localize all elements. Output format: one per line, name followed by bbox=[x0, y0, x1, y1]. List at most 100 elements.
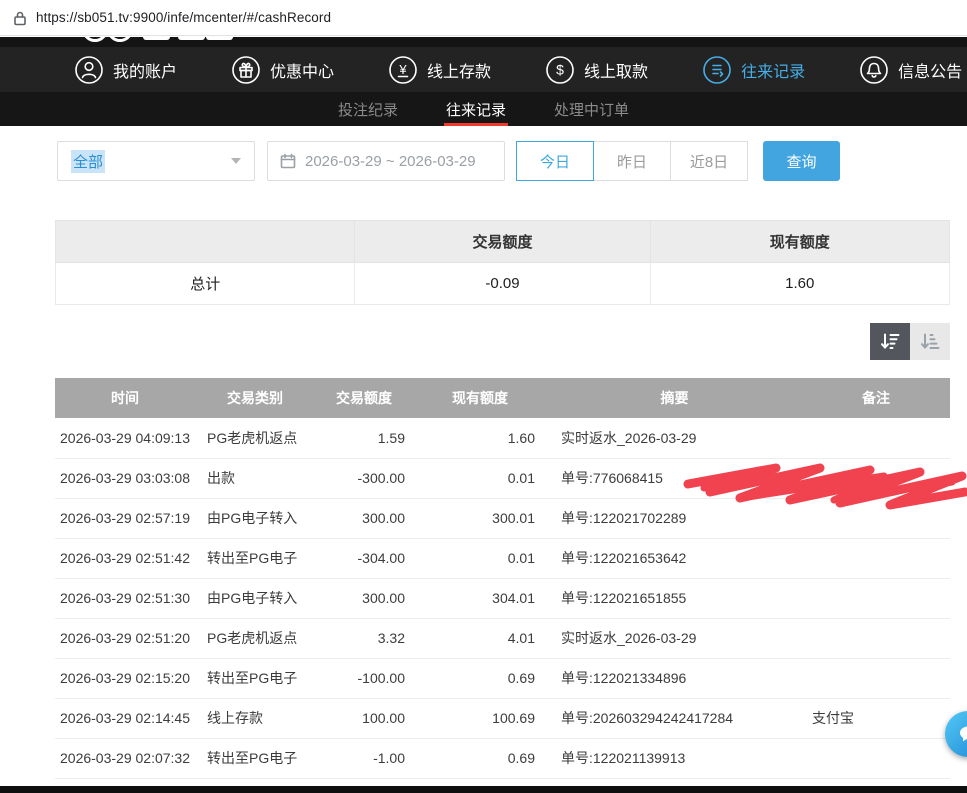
cell-balance: 300.01 bbox=[413, 498, 547, 538]
sort-asc-icon bbox=[920, 332, 940, 351]
nav-item-label: 信息公告 bbox=[898, 58, 962, 82]
date-range-input[interactable]: 2026-03-29 ~ 2026-03-29 bbox=[267, 141, 505, 181]
nav-item-label: 线上存款 bbox=[427, 58, 491, 82]
nav-item-promotions[interactable]: 优惠中心 bbox=[231, 55, 334, 85]
cell-balance: 0.69 bbox=[413, 658, 547, 698]
table-row: 2026-03-29 02:51:20 PG老虎机返点 3.32 4.01 实时… bbox=[55, 618, 950, 658]
user-icon bbox=[74, 55, 104, 85]
cell-balance: 100.69 bbox=[413, 698, 547, 738]
cell-remark bbox=[802, 458, 950, 498]
cell-type: 出款 bbox=[195, 458, 315, 498]
records-header-row: 时间 交易类别 交易额度 现有额度 摘要 备注 bbox=[55, 378, 950, 418]
sort-ascending-button[interactable] bbox=[910, 323, 950, 360]
summary-header-balance: 现有额度 bbox=[650, 221, 950, 263]
cell-summary: 单号:122021139913 bbox=[547, 738, 802, 778]
nav-item-label: 优惠中心 bbox=[270, 58, 334, 82]
search-button[interactable]: 查询 bbox=[763, 141, 840, 181]
cell-type: 由PG电子转入 bbox=[195, 578, 315, 618]
cell-time: 2026-03-29 02:57:19 bbox=[55, 498, 195, 538]
nav-item-withdraw[interactable]: $ 线上取款 bbox=[545, 55, 648, 85]
date-range-value: 2026-03-29 ~ 2026-03-29 bbox=[305, 153, 476, 170]
site-logo-ring-left bbox=[82, 37, 108, 42]
col-header-amount: 交易额度 bbox=[315, 378, 413, 418]
summary-transaction-total: -0.09 bbox=[355, 263, 650, 305]
summary-table: 交易额度 现有额度 总计 -0.09 1.60 bbox=[55, 220, 950, 305]
cell-remark bbox=[802, 658, 950, 698]
chat-icon bbox=[957, 723, 967, 745]
nav-item-announcements[interactable]: 信息公告 bbox=[859, 55, 962, 85]
cell-time: 2026-03-29 02:51:20 bbox=[55, 618, 195, 658]
summary-total-label: 总计 bbox=[56, 263, 355, 305]
cell-balance: 0.01 bbox=[413, 458, 547, 498]
bottom-edge-bar bbox=[0, 786, 967, 793]
cell-summary: 单号:122021653642 bbox=[547, 538, 802, 578]
calendar-icon bbox=[280, 153, 296, 169]
cell-amount: -300.00 bbox=[315, 458, 413, 498]
site-logo-block-1 bbox=[143, 37, 170, 40]
cell-balance: 1.60 bbox=[413, 418, 547, 458]
type-filter-dropdown[interactable]: 全部 bbox=[57, 141, 255, 181]
cell-balance: 0.69 bbox=[413, 738, 547, 778]
table-row: 2026-03-29 02:07:32 转出至PG电子 -1.00 0.69 单… bbox=[55, 738, 950, 778]
tab-processing-orders[interactable]: 处理中订单 bbox=[552, 92, 631, 126]
nav-item-my-account[interactable]: 我的账户 bbox=[74, 55, 177, 85]
main-nav: 我的账户 优惠中心 ¥ 线上存款 $ 线上取款 往来记录 bbox=[0, 47, 967, 92]
records-table: 时间 交易类别 交易额度 现有额度 摘要 备注 2026-03-29 04:09… bbox=[55, 378, 950, 779]
cell-time: 2026-03-29 02:07:32 bbox=[55, 738, 195, 778]
yesterday-button[interactable]: 昨日 bbox=[593, 141, 671, 181]
cell-time: 2026-03-29 03:03:08 bbox=[55, 458, 195, 498]
cell-time: 2026-03-29 04:09:13 bbox=[55, 418, 195, 458]
col-header-remark: 备注 bbox=[802, 378, 950, 418]
sub-nav: 投注纪录 往来记录 处理中订单 bbox=[0, 92, 967, 126]
cell-balance: 4.01 bbox=[413, 618, 547, 658]
cell-amount: -1.00 bbox=[315, 738, 413, 778]
site-logo-block-3 bbox=[206, 37, 233, 40]
summary-header-transaction: 交易额度 bbox=[355, 221, 650, 263]
table-row: 2026-03-29 02:14:45 线上存款 100.00 100.69 单… bbox=[55, 698, 950, 738]
browser-url-bar[interactable]: https://sb051.tv:9900/infe/mcenter/#/cas… bbox=[0, 0, 967, 36]
cell-summary: 单号:122021702289 bbox=[547, 498, 802, 538]
site-logo-block-2 bbox=[178, 37, 205, 40]
caret-down-icon bbox=[231, 158, 241, 164]
cell-type: 线上存款 bbox=[195, 698, 315, 738]
url-text[interactable]: https://sb051.tv:9900/infe/mcenter/#/cas… bbox=[36, 10, 331, 25]
col-header-balance: 现有额度 bbox=[413, 378, 547, 418]
cell-amount: -100.00 bbox=[315, 658, 413, 698]
cell-summary: 单号:202603294242417284 bbox=[547, 698, 802, 738]
cell-time: 2026-03-29 02:15:20 bbox=[55, 658, 195, 698]
table-row: 2026-03-29 02:15:20 转出至PG电子 -100.00 0.69… bbox=[55, 658, 950, 698]
nav-item-deposit[interactable]: ¥ 线上存款 bbox=[388, 55, 491, 85]
summary-balance-total: 1.60 bbox=[650, 263, 950, 305]
col-header-summary: 摘要 bbox=[547, 378, 802, 418]
cell-remark bbox=[802, 578, 950, 618]
cell-summary: 单号:122021651855 bbox=[547, 578, 802, 618]
cell-summary: 单号:122021334896 bbox=[547, 658, 802, 698]
cell-remark bbox=[802, 418, 950, 458]
records-icon bbox=[702, 55, 732, 85]
today-button[interactable]: 今日 bbox=[516, 141, 594, 181]
tab-transaction-records[interactable]: 往来记录 bbox=[444, 92, 508, 126]
cell-summary: 实时返水_2026-03-29 bbox=[547, 418, 802, 458]
lock-icon bbox=[13, 10, 27, 26]
deposit-icon: ¥ bbox=[388, 55, 418, 85]
quick-date-buttons: 今日 昨日 近8日 bbox=[517, 141, 748, 181]
cell-type: PG老虎机返点 bbox=[195, 418, 315, 458]
sort-desc-icon bbox=[880, 332, 900, 351]
sort-controls bbox=[870, 323, 950, 360]
cell-balance: 304.01 bbox=[413, 578, 547, 618]
cell-summary: 单号:776068415 bbox=[547, 458, 802, 498]
nav-item-label: 线上取款 bbox=[584, 58, 648, 82]
cell-type: 转出至PG电子 bbox=[195, 538, 315, 578]
records-table-body: 2026-03-29 04:09:13 PG老虎机返点 1.59 1.60 实时… bbox=[55, 418, 950, 778]
tab-bet-records[interactable]: 投注纪录 bbox=[336, 92, 400, 126]
nav-item-transaction-records[interactable]: 往来记录 bbox=[702, 55, 805, 85]
cell-amount: 3.32 bbox=[315, 618, 413, 658]
last-8-days-button[interactable]: 近8日 bbox=[670, 141, 748, 181]
cell-remark bbox=[802, 498, 950, 538]
svg-text:$: $ bbox=[556, 61, 564, 77]
cell-amount: 300.00 bbox=[315, 498, 413, 538]
site-logo-ring-right bbox=[107, 37, 133, 42]
nav-item-label: 往来记录 bbox=[741, 58, 805, 82]
cell-type: 转出至PG电子 bbox=[195, 738, 315, 778]
sort-descending-button[interactable] bbox=[870, 323, 910, 360]
